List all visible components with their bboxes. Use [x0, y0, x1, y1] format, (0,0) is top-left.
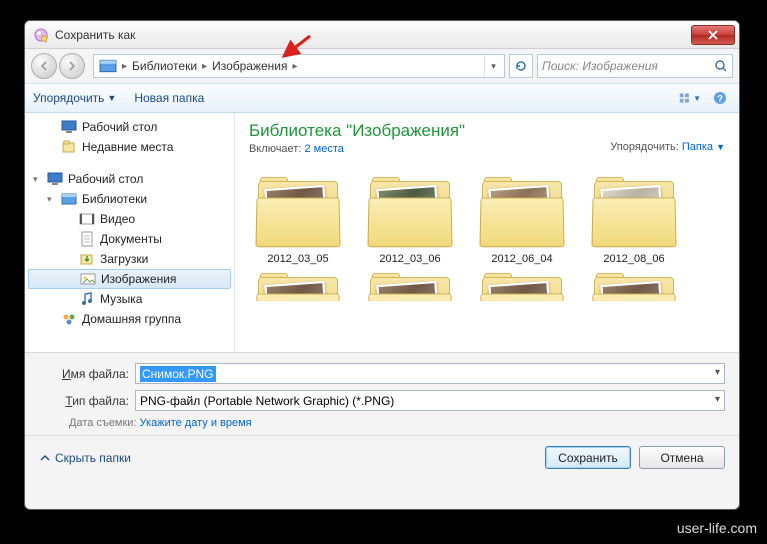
save-as-dialog: Сохранить как ▸ Библиотеки ▸ Изображения… [24, 20, 740, 510]
folder-icon [588, 177, 680, 249]
date-taken-link[interactable]: Укажите дату и время [140, 417, 252, 429]
sidebar-item-recent[interactable]: Недавние места [25, 137, 234, 157]
fields-panel: Имя файла: Снимок.PNG Тип файла: PNG-фай… [25, 353, 739, 435]
sidebar: Рабочий стол Недавние места ▾ Рабочий ст… [25, 113, 235, 352]
folder-item[interactable]: 2012_08_06 [585, 177, 683, 265]
pictures-icon [80, 271, 96, 287]
sidebar-item-video[interactable]: Видео [25, 209, 234, 229]
filename-label: Имя файла: [39, 367, 129, 381]
svg-text:?: ? [717, 94, 723, 105]
app-icon [33, 27, 49, 43]
nav-row: ▸ Библиотеки ▸ Изображения ▸ ▾ Поиск: Из… [25, 49, 739, 83]
sidebar-item-documents[interactable]: Документы [25, 229, 234, 249]
chevron-right-icon: ▸ [293, 61, 298, 72]
folder-icon [476, 273, 568, 301]
breadcrumb[interactable]: ▸ Библиотеки ▸ Изображения ▸ ▾ [93, 54, 505, 78]
arrow-right-icon [66, 60, 78, 72]
filename-value: Снимок.PNG [140, 366, 216, 382]
folder-label: 2012_03_05 [249, 253, 347, 265]
folder-icon [252, 177, 344, 249]
close-button[interactable] [691, 25, 735, 45]
close-icon [708, 30, 718, 40]
folder-item[interactable] [585, 273, 683, 301]
sidebar-item-downloads[interactable]: Загрузки [25, 249, 234, 269]
folder-label: 2012_08_06 [585, 253, 683, 265]
chevron-down-icon: ▾ [33, 174, 38, 185]
folder-label: 2012_06_04 [473, 253, 571, 265]
folder-icon [476, 177, 568, 249]
breadcrumb-dropdown[interactable]: ▾ [484, 55, 502, 77]
folder-icon [364, 273, 456, 301]
video-icon [79, 211, 95, 227]
sidebar-item-desktop[interactable]: Рабочий стол [25, 117, 234, 137]
help-icon: ? [713, 91, 727, 105]
refresh-icon [514, 59, 528, 73]
folder-item[interactable] [473, 273, 571, 301]
folder-label: 2012_03_06 [361, 253, 459, 265]
search-icon [714, 59, 728, 73]
view-mode-button[interactable]: ▼ [679, 87, 701, 109]
desktop-icon [47, 171, 63, 187]
includes-label: Включает: [249, 143, 301, 155]
folder-icon [588, 273, 680, 301]
folder-item[interactable]: 2012_03_05 [249, 177, 347, 265]
includes-link[interactable]: 2 места [304, 143, 343, 155]
chevron-down-icon: ▼ [107, 93, 116, 103]
music-icon [79, 291, 95, 307]
filetype-value: PNG-файл (Portable Network Graphic) (*.P… [140, 394, 394, 408]
sidebar-item-pictures[interactable]: Изображения [28, 269, 231, 289]
window-title: Сохранить как [55, 28, 135, 42]
view-icon [679, 91, 691, 105]
refresh-button[interactable] [509, 54, 533, 78]
library-title: Библиотека "Изображения" [249, 121, 725, 141]
chevron-down-icon: ▼ [716, 142, 725, 152]
libraries-icon [99, 58, 117, 74]
recent-icon [61, 139, 77, 155]
content-area: Библиотека "Изображения" Включает: 2 мес… [235, 113, 739, 352]
document-icon [79, 231, 95, 247]
libraries-icon [61, 191, 77, 207]
chevron-up-icon [39, 452, 51, 464]
folder-icon [252, 273, 344, 301]
filetype-select[interactable]: PNG-файл (Portable Network Graphic) (*.P… [135, 390, 725, 411]
organize-menu[interactable]: Упорядочить ▼ [33, 91, 116, 105]
breadcrumb-item[interactable]: Библиотеки [129, 59, 200, 73]
sidebar-item-music[interactable]: Музыка [25, 289, 234, 309]
desktop-icon [61, 119, 77, 135]
homegroup-icon [61, 311, 77, 327]
cancel-button[interactable]: Отмена [639, 446, 725, 469]
action-bar: Скрыть папки Сохранить Отмена [25, 435, 739, 479]
forward-button[interactable] [59, 53, 85, 79]
arrange-label: Упорядочить: [610, 141, 679, 153]
folder-icon [364, 177, 456, 249]
back-button[interactable] [31, 53, 57, 79]
downloads-icon [79, 251, 95, 267]
new-folder-button[interactable]: Новая папка [134, 91, 204, 105]
folder-item[interactable]: 2012_06_04 [473, 177, 571, 265]
date-taken-label: Дата съемки: [69, 417, 136, 429]
chevron-right-icon: ▸ [122, 61, 127, 72]
folder-item[interactable] [249, 273, 347, 301]
help-button[interactable]: ? [709, 87, 731, 109]
watermark: user-life.com [677, 520, 757, 536]
sidebar-item-libraries[interactable]: ▾ Библиотеки [25, 189, 234, 209]
search-input[interactable]: Поиск: Изображения [537, 54, 733, 78]
filetype-label: Тип файла: [39, 394, 129, 408]
save-button[interactable]: Сохранить [545, 446, 631, 469]
titlebar: Сохранить как [25, 21, 739, 49]
sidebar-item-homegroup[interactable]: Домашняя группа [25, 309, 234, 329]
breadcrumb-item[interactable]: Изображения [209, 59, 290, 73]
search-placeholder: Поиск: Изображения [542, 59, 714, 73]
hide-folders-button[interactable]: Скрыть папки [39, 451, 131, 465]
folder-item[interactable]: 2012_03_06 [361, 177, 459, 265]
folder-item[interactable] [361, 273, 459, 301]
chevron-down-icon: ▼ [693, 94, 701, 103]
arrange-dropdown[interactable]: Папка ▼ [682, 141, 725, 153]
sidebar-item-desktop-root[interactable]: ▾ Рабочий стол [25, 169, 234, 189]
chevron-right-icon: ▸ [202, 61, 207, 72]
filename-input[interactable]: Снимок.PNG [135, 363, 725, 384]
chevron-down-icon: ▾ [47, 194, 52, 205]
toolbar: Упорядочить ▼ Новая папка ▼ ? [25, 83, 739, 113]
arrow-left-icon [38, 60, 50, 72]
